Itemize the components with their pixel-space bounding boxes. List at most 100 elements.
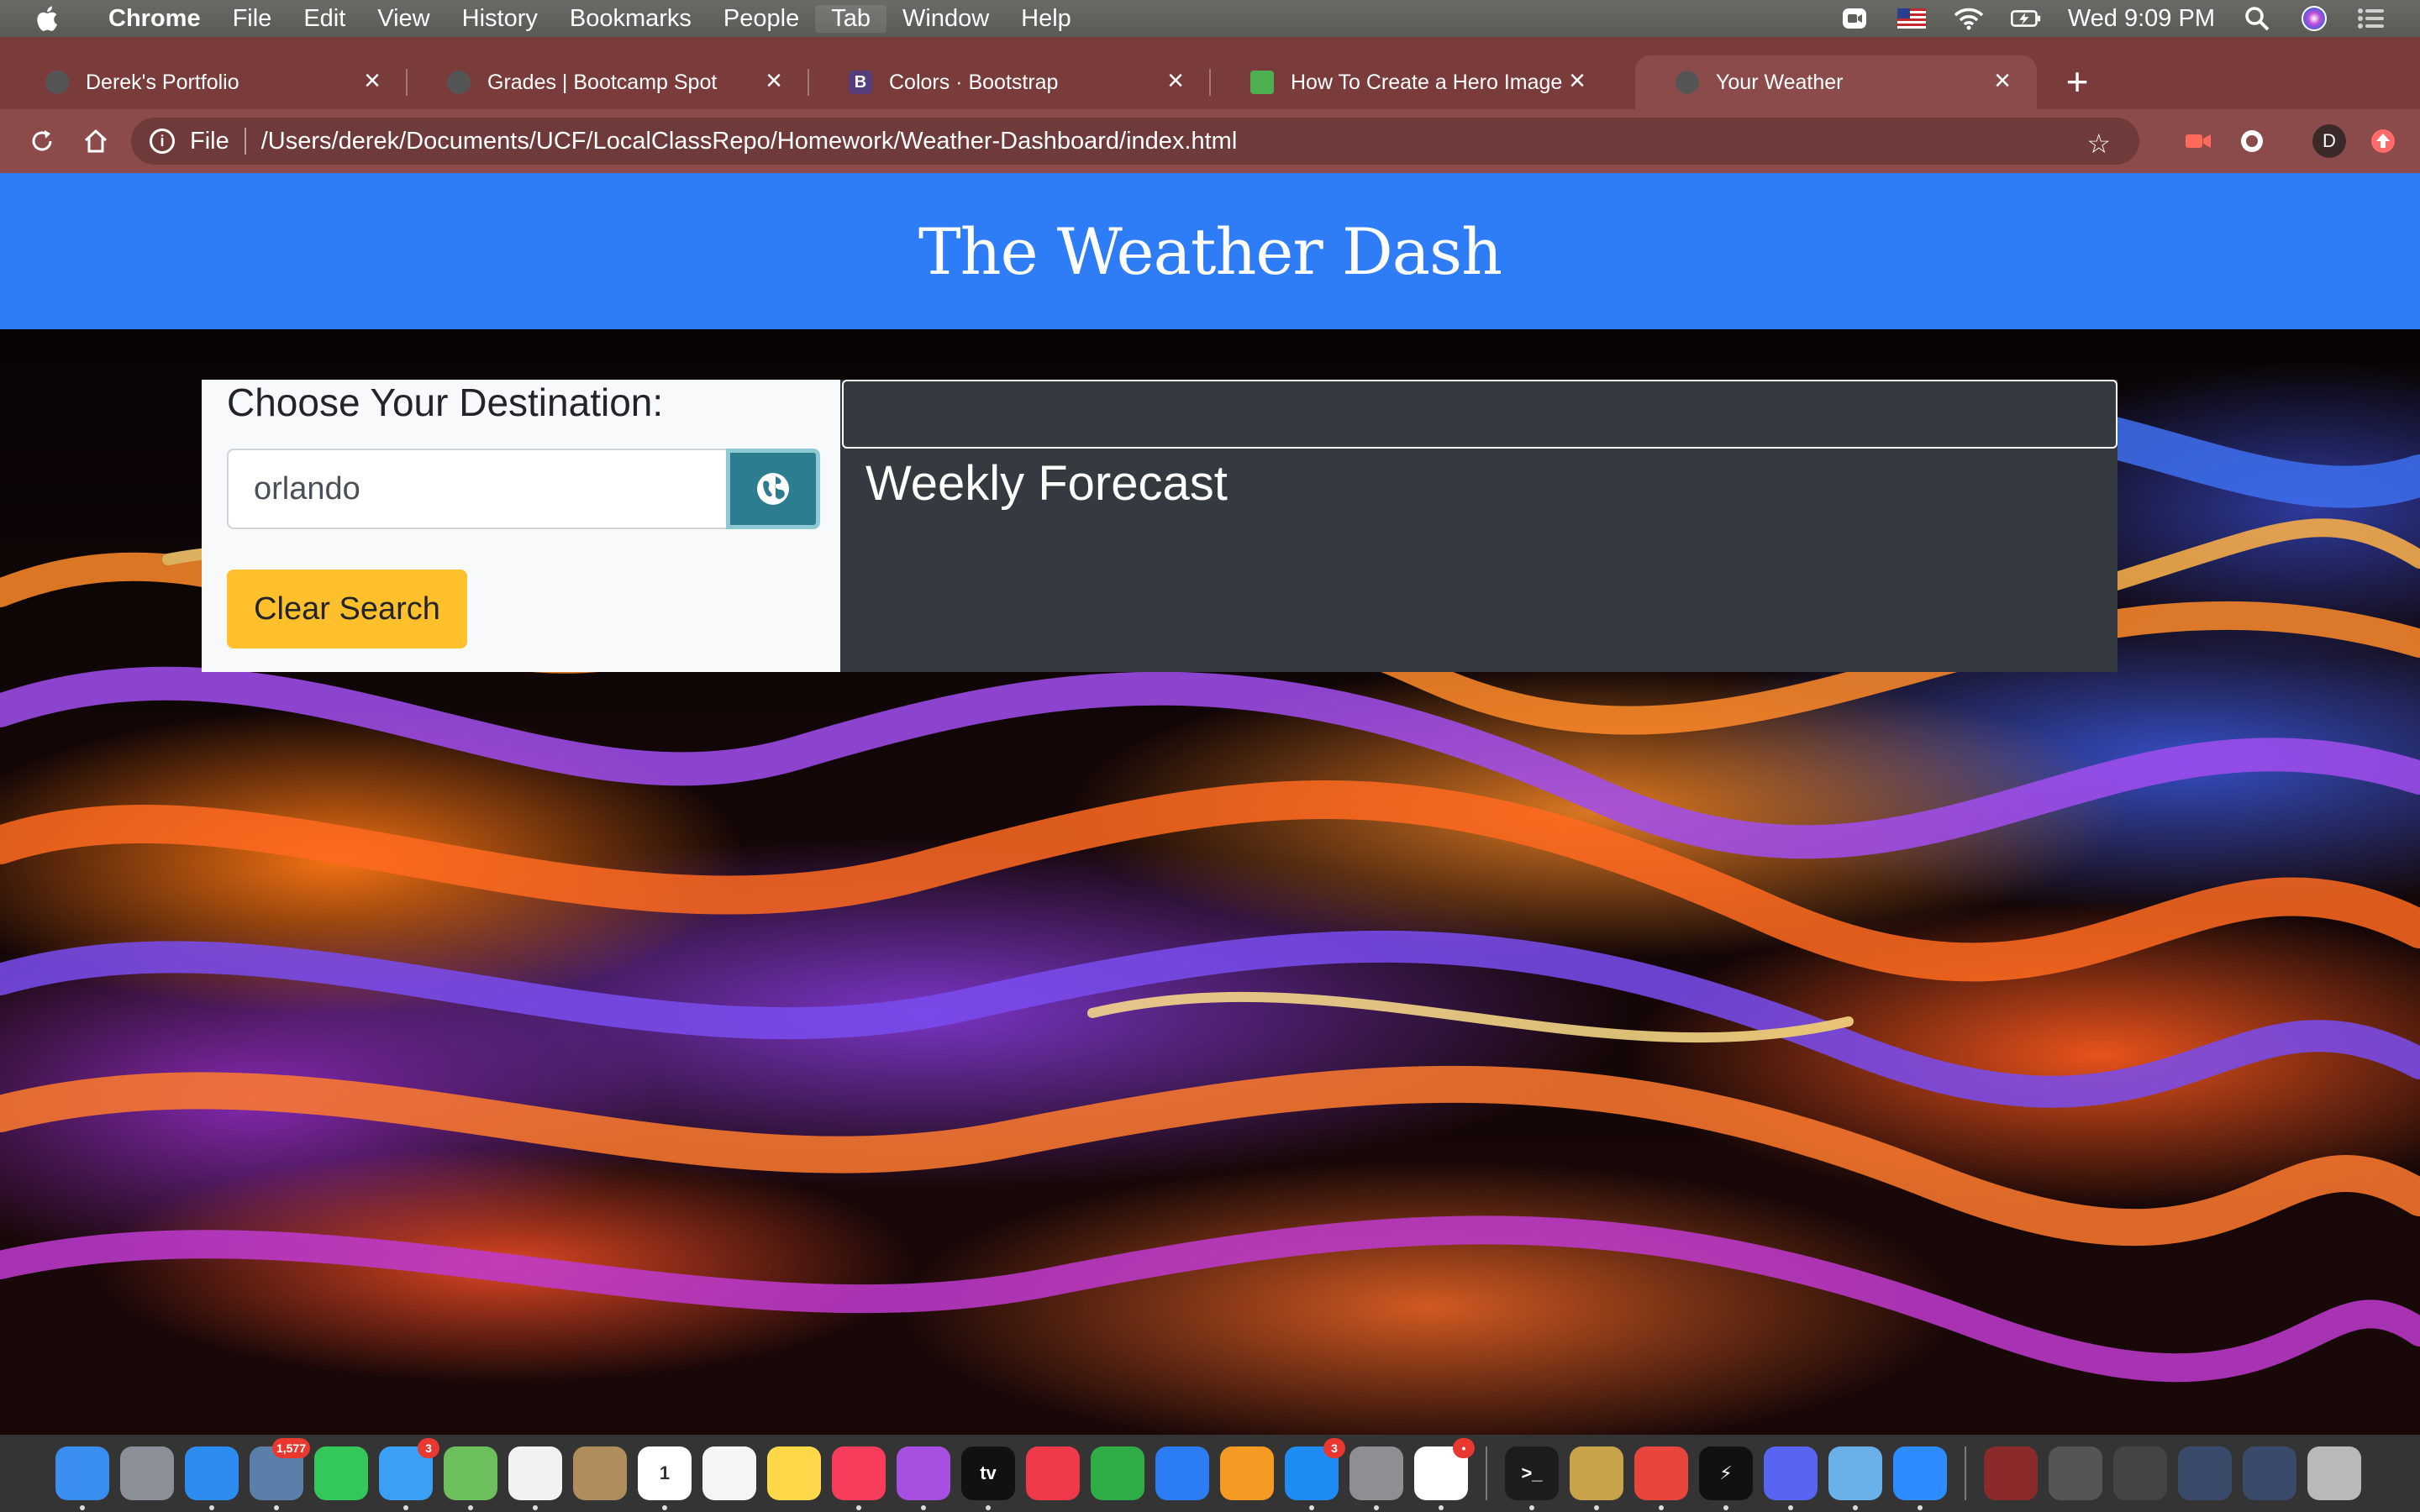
update-available-icon[interactable] (2363, 121, 2403, 161)
photos-icon[interactable] (508, 1446, 562, 1510)
chrome-icon[interactable] (1634, 1446, 1688, 1510)
podcasts-icon[interactable] (897, 1446, 950, 1510)
url-divider (244, 128, 246, 155)
close-icon[interactable]: × (1565, 66, 1590, 95)
menu-app-chrome[interactable]: Chrome (92, 5, 217, 33)
menubar-clock[interactable]: Wed 9:09 PM (2068, 5, 2215, 33)
slack-icon[interactable]: • (1414, 1438, 1475, 1510)
running-indicator (856, 1505, 861, 1510)
desktop-stack-icon[interactable] (2113, 1446, 2167, 1500)
calendar-icon[interactable]: 1 (638, 1446, 692, 1510)
discord-icon[interactable] (1764, 1446, 1818, 1510)
close-icon[interactable]: × (360, 66, 385, 95)
clear-search-button[interactable]: Clear Search (227, 570, 467, 648)
us-flag-input-icon[interactable] (1897, 6, 1927, 31)
dock-icon-text: tv (980, 1462, 997, 1483)
documents-stack-icon[interactable] (2049, 1446, 2102, 1500)
mail-stamp-icon[interactable]: 1,577 (250, 1438, 310, 1510)
menu-edit[interactable]: Edit (287, 5, 361, 33)
news-icon[interactable] (1026, 1446, 1080, 1500)
maps-icon[interactable] (444, 1446, 497, 1510)
globe-icon (447, 71, 471, 94)
apple-menu-icon[interactable] (0, 4, 92, 33)
running-indicator (1309, 1505, 1314, 1510)
close-icon[interactable]: × (761, 66, 786, 95)
system-preferences-icon[interactable] (1349, 1446, 1403, 1510)
browser-tab[interactable]: Grades | Bootcamp Spot × (407, 55, 809, 109)
site-info-icon[interactable]: i (150, 129, 175, 154)
dock-separator (1486, 1446, 1487, 1500)
close-icon[interactable]: × (1990, 66, 2015, 95)
bootstrap-icon: B (849, 71, 872, 94)
siri-icon[interactable] (2299, 6, 2329, 31)
search-button[interactable] (726, 449, 820, 529)
running-indicator (921, 1505, 926, 1510)
browser-tab[interactable]: How To Create a Hero Image × (1210, 55, 1612, 109)
keynote-icon[interactable] (1155, 1446, 1209, 1500)
safari-icon[interactable] (185, 1446, 239, 1510)
spotlight-search-icon[interactable] (2242, 6, 2272, 31)
reminders-icon[interactable] (702, 1446, 756, 1500)
app-store-icon[interactable]: 3 (1285, 1438, 1345, 1510)
close-icon[interactable]: × (1163, 66, 1188, 95)
browser-toolbar: i File /Users/derek/Documents/UCF/LocalC… (0, 109, 2420, 173)
menu-history[interactable]: History (446, 5, 554, 33)
menu-file[interactable]: File (217, 5, 288, 33)
menu-window[interactable]: Window (886, 5, 1005, 33)
screenshots-stack-icon[interactable] (2178, 1446, 2232, 1500)
menu-bookmarks[interactable]: Bookmarks (554, 5, 708, 33)
dock-icon-text: 1 (659, 1462, 671, 1483)
downloads-stack-icon[interactable] (1984, 1446, 2038, 1500)
dock: 1,577 3 1 tv 3 • >_ ⚡ (0, 1435, 2420, 1512)
screencast-extension-icon[interactable] (2178, 121, 2218, 161)
running-indicator (1439, 1505, 1444, 1510)
search-heading: Choose Your Destination: (227, 381, 664, 424)
profile-avatar[interactable]: D (2312, 124, 2346, 158)
home-icon[interactable] (76, 121, 116, 161)
pages-icon[interactable] (1220, 1446, 1274, 1500)
trash-icon[interactable] (2307, 1446, 2361, 1500)
zoom-icon[interactable] (1893, 1446, 1947, 1510)
keychain-icon[interactable] (1570, 1446, 1623, 1510)
facetime-icon[interactable] (314, 1446, 368, 1500)
recent-stack-icon[interactable] (2243, 1446, 2296, 1500)
url-scheme: File (190, 127, 229, 155)
preview-icon[interactable] (1828, 1446, 1882, 1510)
wifi-icon[interactable] (1954, 6, 1984, 31)
new-tab-button[interactable]: + (2057, 62, 2097, 102)
menu-help[interactable]: Help (1005, 5, 1087, 33)
running-indicator (1529, 1505, 1534, 1510)
search-panel: Choose Your Destination: Clear Search (202, 380, 840, 672)
menu-tab[interactable]: Tab (815, 4, 886, 33)
url-text[interactable]: /Users/derek/Documents/UCF/LocalClassRep… (261, 128, 1238, 155)
city-search-input[interactable] (227, 449, 726, 529)
running-indicator (1723, 1505, 1728, 1510)
browser-tab[interactable]: Derek's Portfolio × (5, 55, 408, 109)
browser-tab[interactable]: B Colors · Bootstrap × (808, 55, 1211, 109)
browser-tab-active[interactable]: Your Weather × (1635, 55, 2037, 109)
reload-icon[interactable] (22, 121, 62, 161)
notes-icon[interactable] (767, 1446, 821, 1500)
running-indicator (662, 1505, 667, 1510)
apple-tv-icon[interactable]: tv (961, 1446, 1015, 1510)
menu-people[interactable]: People (708, 5, 815, 33)
notification-badge: • (1453, 1438, 1475, 1458)
zoom-status-icon[interactable] (1839, 6, 1870, 31)
running-indicator (1374, 1505, 1379, 1510)
numbers-icon[interactable] (1091, 1446, 1144, 1500)
terminal-icon[interactable]: >_ (1505, 1446, 1559, 1510)
messages-icon[interactable]: 3 (379, 1438, 439, 1510)
finder-icon[interactable] (55, 1446, 109, 1510)
launchpad-icon[interactable] (120, 1446, 174, 1500)
browser-tab-strip: Derek's Portfolio × Grades | Bootcamp Sp… (0, 37, 2420, 109)
music-icon[interactable] (832, 1446, 886, 1510)
notification-center-icon[interactable] (2356, 6, 2386, 31)
page-title: The Weather Dash (918, 213, 1502, 289)
hyper-terminal-icon[interactable]: ⚡ (1699, 1446, 1753, 1510)
bookmark-star-icon[interactable]: ☆ (2086, 128, 2111, 160)
contacts-icon[interactable] (573, 1446, 627, 1500)
address-bar[interactable]: i File /Users/derek/Documents/UCF/LocalC… (131, 118, 2139, 165)
menu-view[interactable]: View (361, 5, 445, 33)
extension-icon[interactable] (2232, 121, 2272, 161)
battery-charging-icon[interactable] (2010, 6, 2041, 31)
